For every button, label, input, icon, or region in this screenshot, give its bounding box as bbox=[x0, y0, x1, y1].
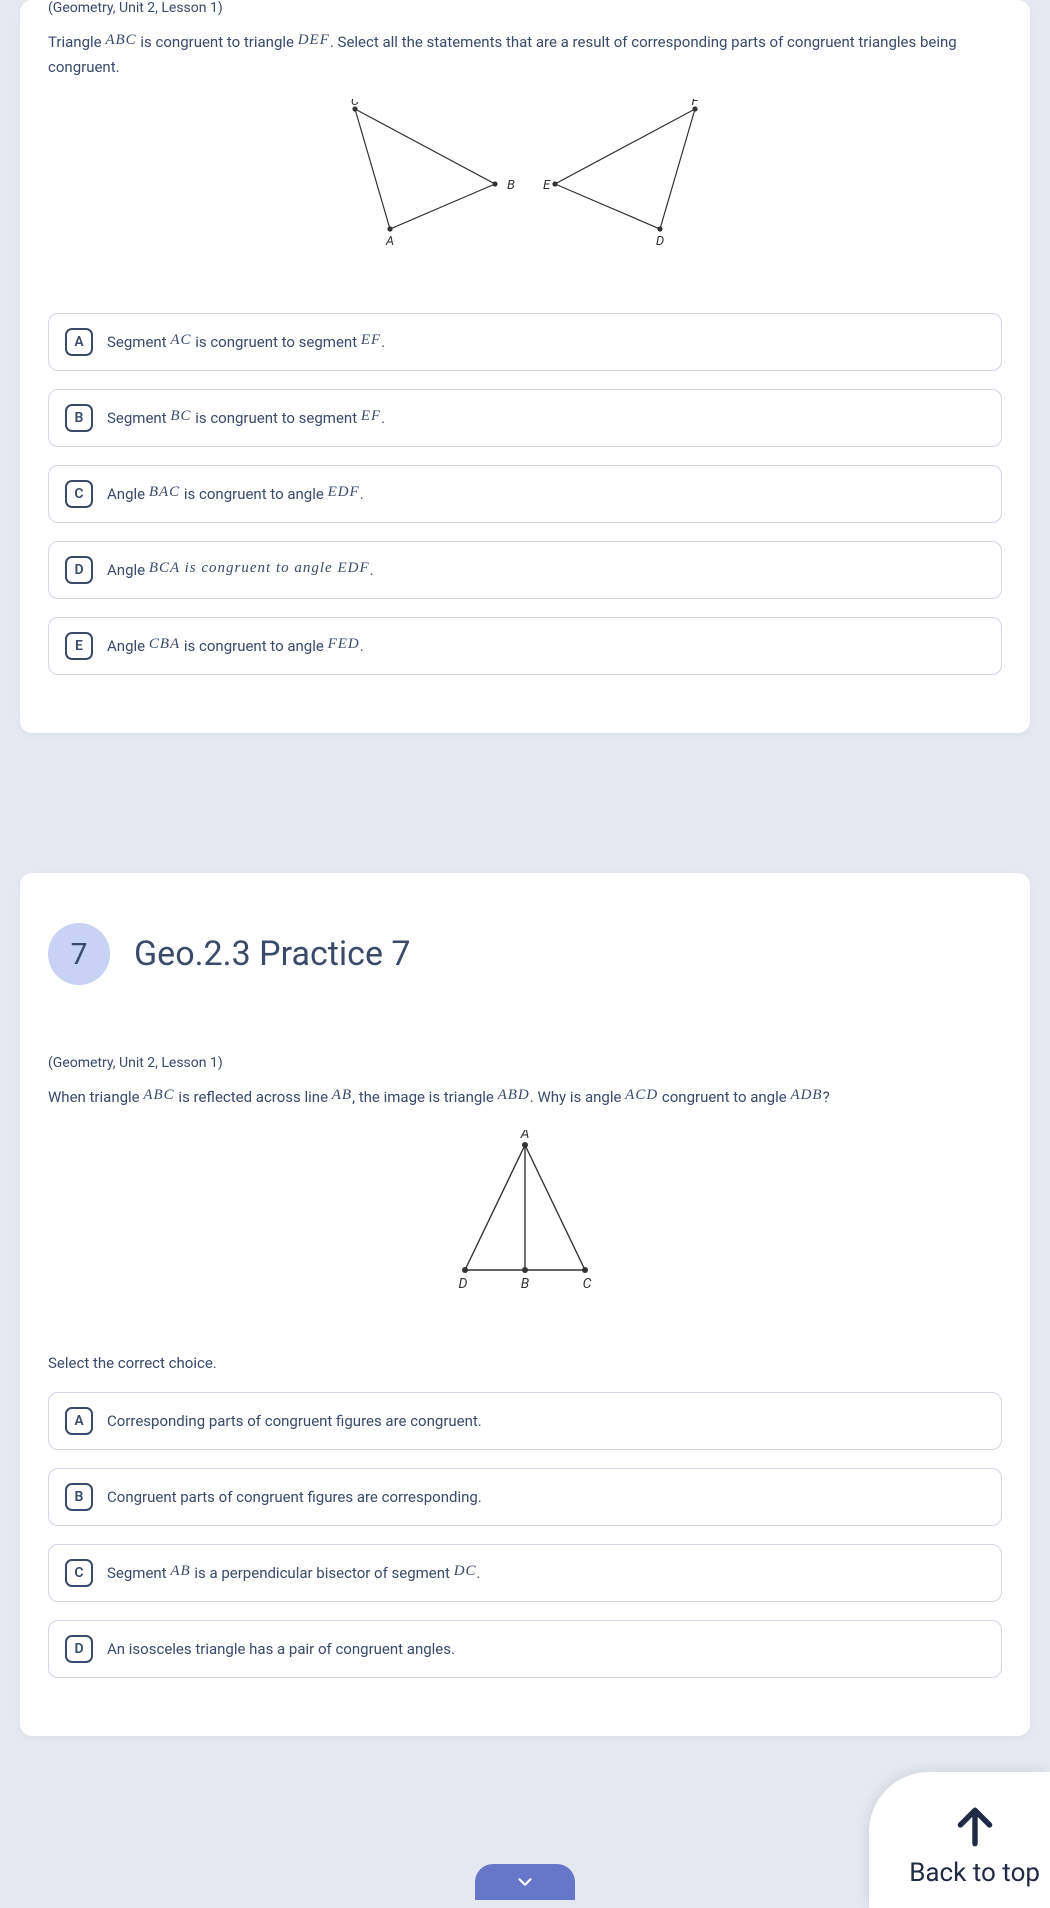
triangle-diagram-q7: A D B C bbox=[48, 1130, 1002, 1304]
back-to-top-label: Back to top bbox=[909, 1858, 1040, 1888]
question-header: 7 Geo.2.3 Practice 7 bbox=[48, 883, 1002, 1025]
math-var: AC bbox=[170, 332, 191, 348]
label-A: A bbox=[520, 1130, 530, 1142]
text: Angle bbox=[107, 485, 149, 503]
choice-text: An isosceles triangle has a pair of cong… bbox=[107, 1640, 455, 1658]
text: . bbox=[381, 333, 385, 351]
question-title: Geo.2.3 Practice 7 bbox=[134, 934, 411, 974]
math-var: CBA bbox=[149, 636, 180, 652]
text: is congruent to angle bbox=[180, 560, 338, 576]
choice-letter: D bbox=[65, 556, 93, 584]
choice-B[interactable]: B Congruent parts of congruent figures a… bbox=[48, 1468, 1002, 1526]
text: . bbox=[477, 1564, 481, 1582]
question-7-card: 7 Geo.2.3 Practice 7 (Geometry, Unit 2, … bbox=[20, 873, 1030, 1736]
bottom-toggle[interactable] bbox=[475, 1864, 575, 1900]
text: When triangle bbox=[48, 1088, 143, 1106]
choice-text: Angle CBA is congruent to angle FED. bbox=[107, 637, 364, 656]
choice-D[interactable]: D Angle BCA is congruent to angle EDF. bbox=[48, 541, 1002, 599]
math-var: ACD bbox=[625, 1087, 658, 1103]
choice-E[interactable]: E Angle CBA is congruent to angle FED. bbox=[48, 617, 1002, 675]
math-var: EF bbox=[361, 408, 381, 424]
text: is congruent to angle bbox=[180, 637, 327, 655]
text: congruent to angle bbox=[658, 1088, 790, 1106]
choice-text: Angle BAC is congruent to angle EDF. bbox=[107, 485, 364, 504]
text: Triangle bbox=[48, 33, 105, 51]
text: is a perpendicular bisector of segment bbox=[191, 1564, 454, 1582]
lesson-ref: (Geometry, Unit 2, Lesson 1) bbox=[48, 0, 1002, 16]
triangles-diagram: C B A F E D bbox=[48, 99, 1002, 263]
label-B: B bbox=[521, 1276, 530, 1292]
text: Segment bbox=[107, 333, 170, 351]
label-C: C bbox=[351, 99, 360, 109]
label-D: D bbox=[656, 234, 664, 249]
arrow-up-icon bbox=[950, 1802, 1000, 1852]
question-6-card: (Geometry, Unit 2, Lesson 1) Triangle AB… bbox=[20, 0, 1030, 733]
math-var: ADB bbox=[790, 1087, 822, 1103]
question-7-prompt: When triangle ABC is reflected across li… bbox=[48, 1085, 1002, 1110]
label-D: D bbox=[459, 1276, 468, 1292]
choice-letter: E bbox=[65, 632, 93, 660]
text: . bbox=[360, 485, 364, 503]
choice-letter: C bbox=[65, 1559, 93, 1587]
text: is congruent to triangle bbox=[137, 33, 298, 51]
label-B: B bbox=[507, 178, 515, 193]
math-var: EF bbox=[361, 332, 381, 348]
chevron-down-icon bbox=[514, 1871, 536, 1893]
math-var: ABD bbox=[498, 1087, 530, 1103]
choice-text: Angle BCA is congruent to angle EDF. bbox=[107, 561, 374, 580]
math-var: ABC bbox=[105, 32, 136, 48]
choice-text: Segment AB is a perpendicular bisector o… bbox=[107, 1564, 481, 1583]
text: . bbox=[381, 409, 385, 427]
question-number: 7 bbox=[48, 923, 110, 985]
text: . Why is angle bbox=[530, 1088, 625, 1106]
text: is reflected across line bbox=[175, 1088, 332, 1106]
choice-C[interactable]: C Angle BAC is congruent to angle EDF. bbox=[48, 465, 1002, 523]
math-var: DC bbox=[454, 1563, 477, 1579]
text: Segment bbox=[107, 1564, 170, 1582]
text: is congruent to segment bbox=[191, 333, 360, 351]
math-var: BC bbox=[170, 408, 191, 424]
choice-D[interactable]: D An isosceles triangle has a pair of co… bbox=[48, 1620, 1002, 1678]
choice-letter: C bbox=[65, 480, 93, 508]
math-var: BAC bbox=[149, 484, 180, 500]
math-var: BCA bbox=[149, 560, 180, 576]
choice-letter: B bbox=[65, 1483, 93, 1511]
choice-A[interactable]: A Segment AC is congruent to segment EF. bbox=[48, 313, 1002, 371]
text: Angle bbox=[107, 561, 149, 579]
choice-A[interactable]: A Corresponding parts of congruent figur… bbox=[48, 1392, 1002, 1450]
choice-letter: B bbox=[65, 404, 93, 432]
math-var: EDF bbox=[328, 484, 360, 500]
text: is congruent to segment bbox=[191, 409, 360, 427]
back-to-top-button[interactable]: Back to top bbox=[869, 1772, 1050, 1908]
text: Segment bbox=[107, 409, 170, 427]
math-var: FED bbox=[328, 636, 360, 652]
text: . bbox=[370, 561, 374, 579]
choice-letter: D bbox=[65, 1635, 93, 1663]
math-var: DEF bbox=[298, 32, 330, 48]
question-6-prompt: Triangle ABC is congruent to triangle DE… bbox=[48, 30, 1002, 79]
choice-letter: A bbox=[65, 1407, 93, 1435]
label-A: A bbox=[385, 234, 394, 249]
lesson-ref: (Geometry, Unit 2, Lesson 1) bbox=[48, 1055, 1002, 1071]
text: ? bbox=[823, 1088, 830, 1106]
choice-text: Corresponding parts of congruent figures… bbox=[107, 1412, 482, 1430]
math-var: EDF bbox=[337, 560, 369, 576]
math-var: AB bbox=[170, 1563, 190, 1579]
text: , the image is triangle bbox=[352, 1088, 498, 1106]
text: Angle bbox=[107, 637, 149, 655]
text: . bbox=[360, 637, 364, 655]
choice-C[interactable]: C Segment AB is a perpendicular bisector… bbox=[48, 1544, 1002, 1602]
text: is congruent to angle bbox=[180, 485, 327, 503]
choice-B[interactable]: B Segment BC is congruent to segment EF. bbox=[48, 389, 1002, 447]
math-var: AB bbox=[332, 1087, 352, 1103]
label-F: F bbox=[692, 99, 700, 109]
instructions: Select the correct choice. bbox=[48, 1354, 1002, 1372]
label-C: C bbox=[583, 1276, 592, 1292]
choice-text: Congruent parts of congruent figures are… bbox=[107, 1488, 482, 1506]
math-var: ABC bbox=[143, 1087, 174, 1103]
choice-letter: A bbox=[65, 328, 93, 356]
label-E: E bbox=[543, 178, 551, 193]
choice-text: Segment BC is congruent to segment EF. bbox=[107, 409, 385, 428]
choice-text: Segment AC is congruent to segment EF. bbox=[107, 333, 385, 352]
